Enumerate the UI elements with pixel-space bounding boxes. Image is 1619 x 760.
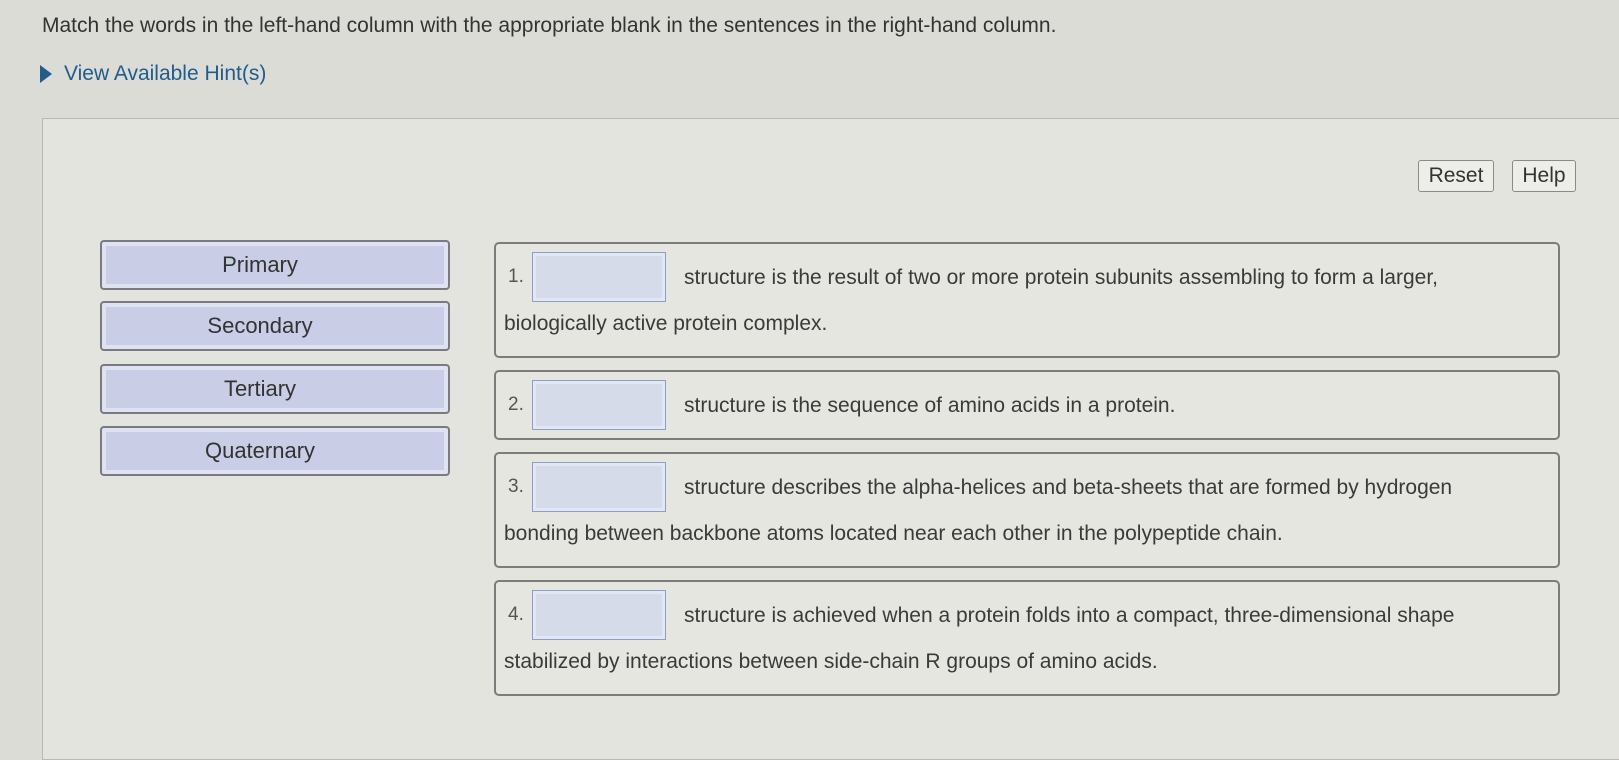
help-button[interactable]: Help [1512, 160, 1576, 192]
view-hints-label: View Available Hint(s) [64, 62, 267, 85]
sentence-text-continued: bonding between backbone atoms located n… [504, 522, 1283, 545]
drop-target-blank[interactable] [532, 252, 666, 302]
sentence-text: structure is achieved when a protein fol… [684, 604, 1455, 627]
drop-target-blank[interactable] [532, 590, 666, 640]
instructions: Match the words in the left-hand column … [42, 14, 1057, 37]
drop-target-blank[interactable] [532, 380, 666, 430]
sentence-text-continued: stabilized by interactions between side-… [504, 650, 1158, 673]
sentence-item: 4. structure is achieved when a protein … [494, 580, 1560, 696]
word-tile-quaternary[interactable]: Quaternary [100, 426, 450, 476]
sentence-text: structure describes the alpha-helices an… [684, 476, 1453, 499]
sentence-text: structure is the result of two or more p… [684, 266, 1439, 289]
sentence-number: 3. [508, 476, 524, 497]
sentence-number: 2. [508, 394, 524, 415]
word-tile-secondary[interactable]: Secondary [100, 301, 450, 351]
sentence-item: 1. structure is the result of two or mor… [494, 242, 1560, 358]
word-tile-primary[interactable]: Primary [100, 240, 450, 290]
reset-button[interactable]: Reset [1418, 160, 1494, 192]
sentence-number: 1. [508, 266, 524, 287]
sentence-number: 4. [508, 604, 524, 625]
sentence-text: structure is the sequence of amino acids… [684, 394, 1176, 417]
view-hints-toggle[interactable]: View Available Hint(s) [40, 62, 266, 86]
sentence-item: 2. structure is the sequence of amino ac… [494, 370, 1560, 440]
caret-right-icon [40, 65, 52, 83]
sentence-text-continued: biologically active protein complex. [504, 312, 828, 335]
drop-target-blank[interactable] [532, 462, 666, 512]
sentence-item: 3. structure describes the alpha-helices… [494, 452, 1560, 568]
word-tile-tertiary[interactable]: Tertiary [100, 364, 450, 414]
